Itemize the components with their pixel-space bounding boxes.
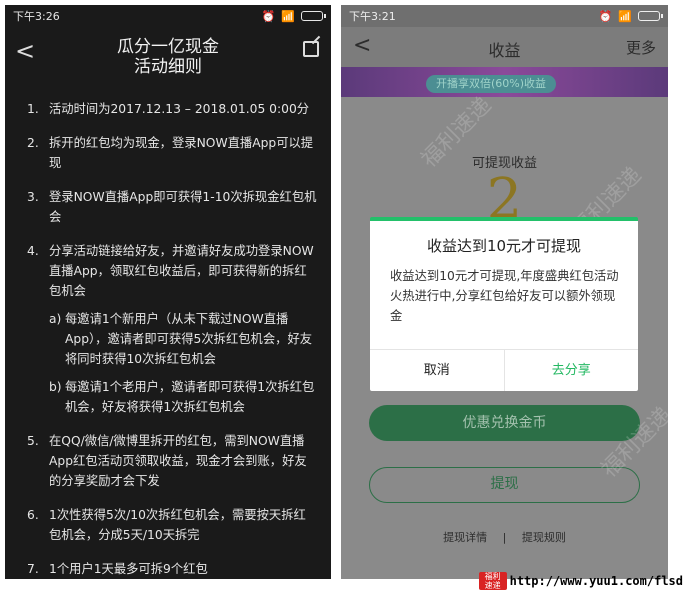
status-time: 下午3:21 — [349, 10, 396, 23]
rule-item: 3. 登录NOW直播App即可获得1-10次拆现金红包机会 — [27, 190, 317, 224]
withdraw-rules-link[interactable]: 提现规则 — [522, 531, 566, 544]
right-phone-screen: 下午3:21 ⏰ 📶 < 收益 更多 开播享双倍(60%)收益 可提现收益 2 … — [341, 5, 668, 579]
promo-banner[interactable]: 开播享双倍(60%)收益 — [341, 67, 668, 97]
edit-icon[interactable] — [303, 41, 319, 57]
battery-icon — [301, 11, 326, 21]
withdraw-detail-link[interactable]: 提现详情 — [443, 531, 487, 544]
battery-icon — [638, 11, 663, 21]
site-url[interactable]: http://www.yuu1.com/flsd — [510, 574, 683, 588]
more-button[interactable]: 更多 — [626, 37, 656, 58]
status-time: 下午3:26 — [13, 10, 60, 23]
banner-text: 开播享双倍(60%)收益 — [426, 75, 557, 93]
rule-item: 1. 活动时间为2017.12.13 – 2018.01.05 0:00分 — [27, 102, 310, 116]
status-bar: 下午3:26 ⏰ 📶 — [5, 5, 331, 27]
rule-item: 2. 拆开的红包均为现金，登录NOW直播App可以提现 — [27, 136, 314, 170]
page-title: 瓜分一亿现金 活动细则 — [117, 37, 219, 77]
rules-header: < 瓜分一亿现金 活动细则 — [5, 27, 331, 83]
rules-list: 1. 活动时间为2017.12.13 – 2018.01.05 0:00分 2.… — [5, 83, 331, 579]
rule-item: 7. 1个用户1天最多可拆9个红包 — [27, 562, 208, 576]
alarm-icon: ⏰ — [261, 9, 276, 23]
dialog-actions: 取消 去分享 — [370, 349, 638, 391]
subrule-item: a) 每邀请1个新用户（从未下载过NOW直播App），邀请者即可获得5次拆红包机… — [49, 312, 313, 366]
wifi-icon: 📶 — [618, 9, 632, 23]
cancel-button[interactable]: 取消 — [370, 350, 505, 391]
withdraw-button[interactable]: 提现 — [369, 467, 640, 503]
footer-links: 提现详情 | 提现规则 — [443, 531, 566, 544]
dialog-body: 收益达到10元才可提现,年度盛典红包活动火热进行中,分享红包给好友可以额外领现金 — [390, 269, 619, 323]
share-button[interactable]: 去分享 — [505, 350, 639, 391]
alarm-icon: ⏰ — [598, 9, 613, 23]
wifi-icon: 📶 — [281, 9, 295, 23]
earnings-header: < 收益 更多 — [341, 27, 668, 67]
withdraw-limit-dialog: 收益达到10元才可提现 收益达到10元才可提现,年度盛典红包活动火热进行中,分享… — [370, 217, 638, 391]
status-bar: 下午3:21 ⏰ 📶 — [341, 5, 668, 27]
subrule-item: b) 每邀请1个老用户，邀请者即可获得1次拆红包机会，好友将获得1次拆红包机会 — [49, 380, 315, 414]
site-logo: 福利 速递 — [478, 572, 507, 590]
dialog-title: 收益达到10元才可提现 — [426, 237, 582, 255]
rule-item: 4. 分享活动链接给好友，并邀请好友成功登录NOW直播App，领取红包收益后，即… — [27, 241, 317, 417]
rule-item: 5. 在QQ/微信/微博里拆开的红包，需到NOW直播App红包活动页领取收益，现… — [27, 434, 307, 488]
source-footer: 福利 速递 http://www.yuu1.com/flsd — [478, 572, 683, 590]
rule-item: 6. 1次性获得5次/10次拆红包机会，需要按天拆红包机会，分成5天/10天拆完 — [27, 508, 306, 542]
left-phone-screen: 下午3:26 ⏰ 📶 < 瓜分一亿现金 活动细则 1. 活动时间为2017.12… — [5, 5, 331, 579]
exchange-coins-button[interactable]: 优惠兑换金币 — [369, 405, 640, 441]
page-title: 收益 — [488, 41, 521, 60]
